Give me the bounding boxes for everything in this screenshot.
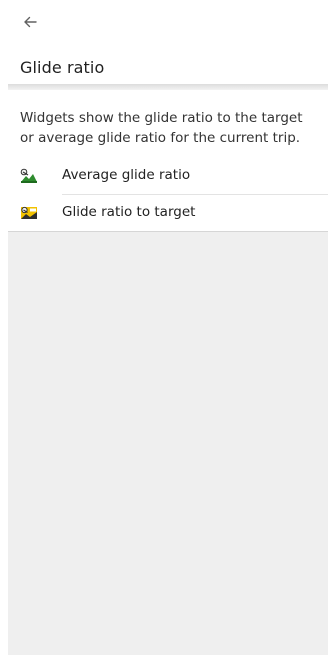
app-screen: Glide ratio Widgets show the glide ratio… xyxy=(0,0,336,655)
back-button[interactable] xyxy=(16,8,44,36)
list-item-glide-ratio-to-target[interactable]: Glide ratio to target xyxy=(8,195,328,232)
list-item-label: Glide ratio to target xyxy=(62,204,196,220)
top-bar: Glide ratio xyxy=(0,0,336,85)
list-item-average-glide-ratio[interactable]: Average glide ratio xyxy=(8,158,328,195)
glider-landscape-icon xyxy=(20,168,37,183)
list-item-label: Average glide ratio xyxy=(62,167,191,183)
description-text: Widgets show the glide ratio to the targ… xyxy=(20,110,303,146)
page-title: Glide ratio xyxy=(20,58,105,77)
arrow-left-icon xyxy=(24,16,37,28)
glider-target-icon xyxy=(21,206,37,219)
glide-ratio-card: Widgets show the glide ratio to the targ… xyxy=(8,90,328,232)
